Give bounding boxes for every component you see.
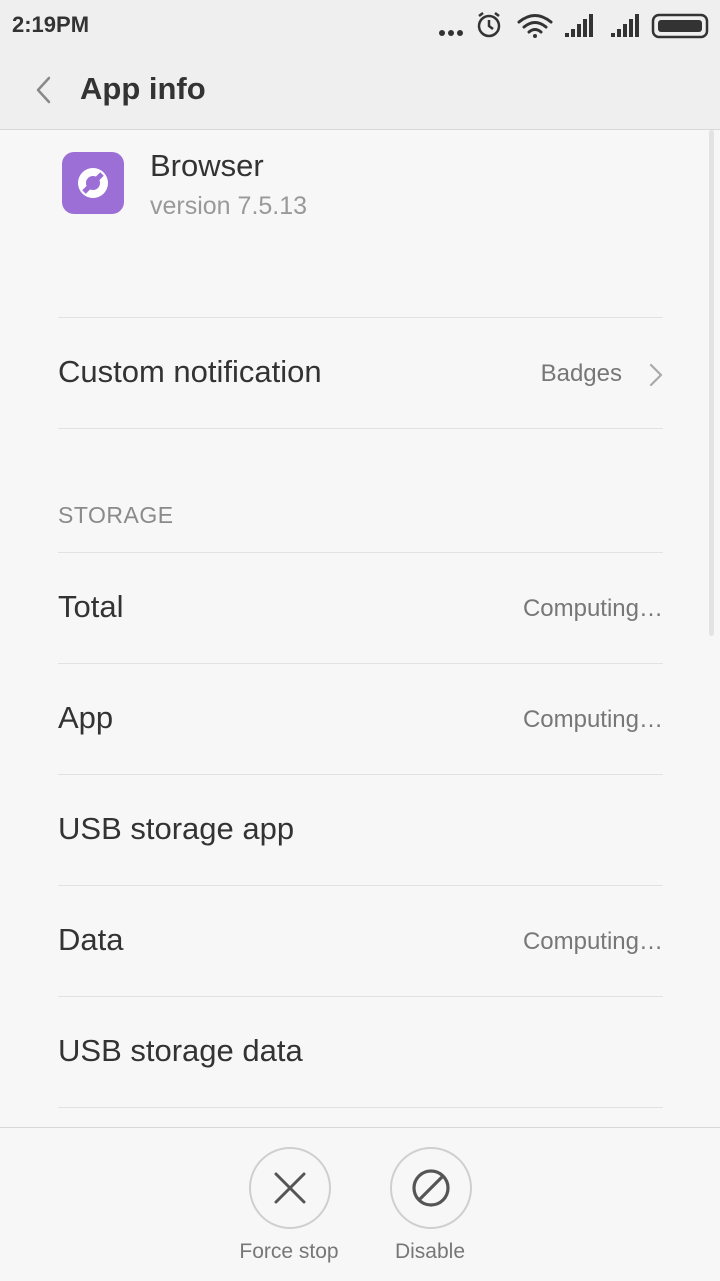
custom-notification-label: Custom notification [58,354,322,389]
storage-row-usb-app[interactable]: USB storage app [0,775,720,885]
status-time: 2:19PM [12,12,90,37]
storage-row-label: Data [58,922,124,957]
bottom-action-bar: Force stop Disable [0,1127,720,1281]
alarm-icon [477,12,501,38]
storage-section-label: STORAGE [58,502,174,528]
status-icon-group [439,12,709,39]
storage-row-usb-data[interactable]: USB storage data [0,997,720,1107]
storage-row-app[interactable]: App Computing… [0,664,720,774]
force-stop-circle[interactable] [249,1147,331,1229]
force-stop-label: Force stop [239,1240,339,1263]
storage-row-label: USB storage data [58,1033,303,1068]
storage-row-data[interactable]: Data Computing… [0,886,720,996]
scrollbar[interactable] [709,130,714,636]
storage-row-label: App [58,700,114,735]
disable-label: Disable [394,1240,466,1263]
signal-icon [565,14,593,37]
page-title: App info [80,71,206,106]
app-header: Browser version 7.5.13 [0,130,720,318]
storage-row-value: Computing… [522,595,663,622]
wifi-icon [517,14,553,38]
custom-notification-row[interactable]: Custom notification Badges [0,318,720,428]
disable-icon [412,1169,450,1207]
browser-app-icon [62,152,124,214]
app-name: Browser [150,148,264,183]
app-bar: App info [0,52,720,130]
signal-icon [611,14,639,37]
storage-row-total[interactable]: Total Computing… [0,553,720,663]
divider [58,428,663,429]
back-button[interactable] [28,72,64,108]
back-chevron-icon [36,76,51,104]
storage-row-label: USB storage app [58,811,295,846]
storage-row-label: Total [58,589,124,624]
chevron-right-icon [649,363,663,387]
disable-circle[interactable] [390,1147,472,1229]
close-icon [274,1172,306,1204]
battery-icon [651,13,709,39]
disable-button[interactable]: Disable [351,1146,511,1266]
divider [58,1107,663,1108]
status-bar: 2:19PM [0,0,720,52]
storage-row-value: Computing… [522,928,663,955]
force-stop-button[interactable]: Force stop [210,1146,370,1266]
app-version: version 7.5.13 [150,192,308,220]
more-dots-icon [439,30,463,36]
storage-row-value: Computing… [522,706,663,733]
custom-notification-value: Badges [540,360,622,387]
